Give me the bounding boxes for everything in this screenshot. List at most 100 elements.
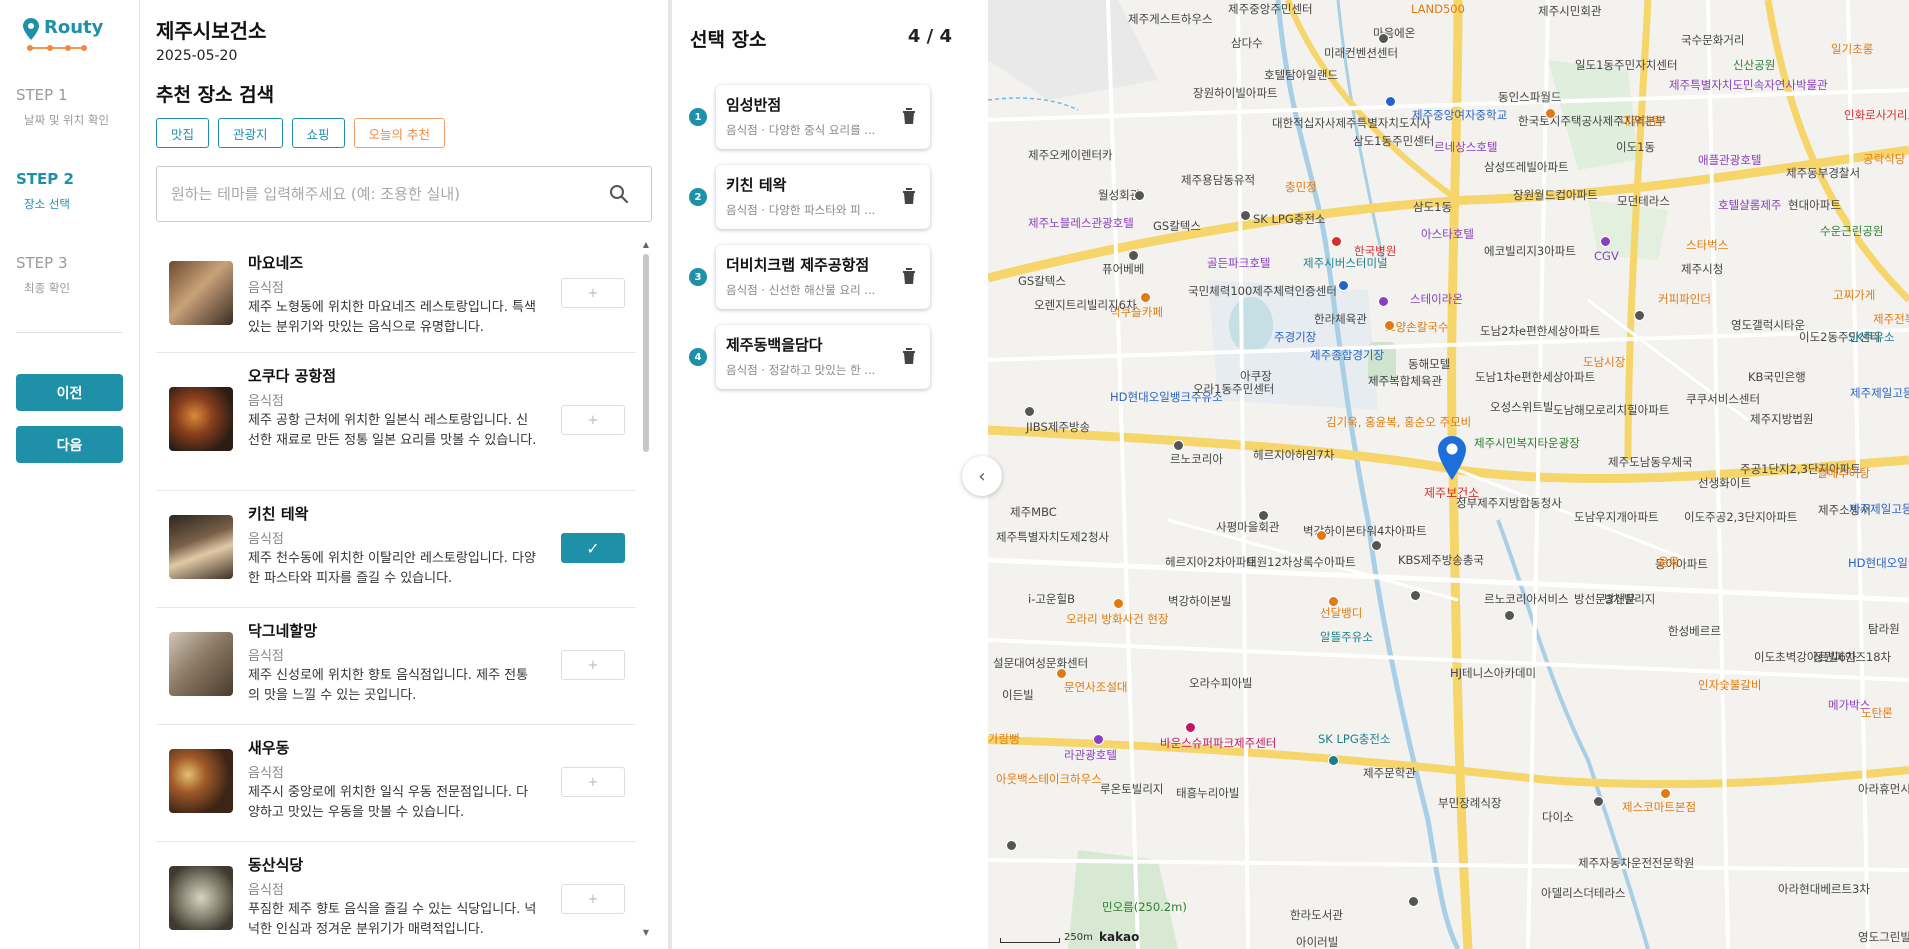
add-place-button[interactable]: + xyxy=(561,278,625,308)
poi-dot[interactable] xyxy=(1006,840,1017,851)
category-attraction-button[interactable]: 관광지 xyxy=(218,118,283,148)
map-label: 장원월드컵아파트 xyxy=(1513,188,1598,202)
map-label: 한라체육관 xyxy=(1314,312,1367,326)
poi-dot[interactable] xyxy=(1385,96,1396,107)
step-sidebar: Routy STEP 1 날짜 및 위치 확인 STEP 2 장소 선택 STE… xyxy=(0,0,140,949)
selected-place-card[interactable]: 임성반점 음식점 · 다양한 중식 요리를 ... xyxy=(716,85,930,149)
map-label: 제주시청 xyxy=(1681,262,1724,276)
map-label: 삼도1동 xyxy=(1413,200,1453,214)
selected-place-card[interactable]: 더비치크랩 제주공항점 음식점 · 신선한 해산물 요리 ... xyxy=(716,245,930,309)
poi-dot[interactable] xyxy=(1134,190,1145,201)
selected-place-card[interactable]: 제주동백을담다 음식점 · 정갈하고 맛있는 한 ... xyxy=(716,325,930,389)
search-icon[interactable] xyxy=(609,184,629,204)
map-label: 충민정 xyxy=(1285,180,1317,194)
place-list-item[interactable]: 키친 테왁 음식점 제주 천수동에 위치한 이탈리안 레스토랑입니다. 다양한 … xyxy=(156,491,636,608)
poi-dot[interactable] xyxy=(1338,280,1349,291)
poi-dot[interactable] xyxy=(1331,236,1342,247)
poi-dot[interactable] xyxy=(1128,250,1139,261)
map-label: 제주게스트하우스 xyxy=(1128,12,1213,26)
next-button[interactable]: 다음 xyxy=(16,426,123,463)
selected-place-desc: 음식점 · 신선한 해산물 요리 ... xyxy=(726,283,876,297)
selected-check-button[interactable]: ✓ xyxy=(561,533,625,563)
add-place-button[interactable]: + xyxy=(561,767,625,797)
trash-icon[interactable] xyxy=(902,107,916,124)
poi-dot[interactable] xyxy=(1240,210,1251,221)
place-name: 오쿠다 공항점 xyxy=(248,367,337,385)
place-list-item[interactable]: 새우동 음식점 제주시 중앙로에 위치한 일식 우동 전문점입니다. 다양하고 … xyxy=(156,725,636,842)
trash-icon[interactable] xyxy=(902,347,916,364)
poi-dot[interactable] xyxy=(1185,722,1196,733)
scrollbar-thumb[interactable] xyxy=(643,254,649,452)
poi-dot[interactable] xyxy=(1093,734,1104,745)
category-shopping-button[interactable]: 쇼핑 xyxy=(291,118,345,148)
map-label: 루온토빌리지 xyxy=(1100,782,1164,796)
selected-place-card[interactable]: 키친 테왁 음식점 · 다양한 파스타와 피 ... xyxy=(716,165,930,229)
poi-dot[interactable] xyxy=(1384,320,1395,331)
add-place-button[interactable]: + xyxy=(561,884,625,914)
routy-logo[interactable]: Routy xyxy=(20,16,103,51)
map-label: 르노코리아 xyxy=(1170,452,1223,466)
map-label: 제주복합체육관 xyxy=(1368,374,1443,388)
poi-dot[interactable] xyxy=(1634,310,1645,321)
todays-recommendation-button[interactable]: 오늘의 추천 xyxy=(353,118,446,148)
poi-dot[interactable] xyxy=(1113,598,1124,609)
collapse-panel-button[interactable]: ‹ xyxy=(962,456,1002,496)
list-scrollbar[interactable]: ▲ ▼ xyxy=(640,240,652,940)
step-subtitle: 날짜 및 위치 확인 xyxy=(24,113,110,127)
poi-dot[interactable] xyxy=(1378,296,1389,307)
map-label: 영도그린빌 xyxy=(1858,930,1909,944)
poi-dot[interactable] xyxy=(1328,596,1339,607)
prev-button[interactable]: 이전 xyxy=(16,374,123,411)
selected-place-name: 제주동백을담다 xyxy=(726,336,823,354)
poi-dot[interactable] xyxy=(1378,33,1389,44)
place-thumbnail xyxy=(169,866,233,930)
place-list: 마요네즈 음식점 제주 노형동에 위치한 마요네즈 레스토랑입니다. 특색있는 … xyxy=(156,240,644,940)
map-label: 제주오케이렌터카 xyxy=(1028,148,1113,162)
trash-icon[interactable] xyxy=(902,267,916,284)
poi-dot[interactable] xyxy=(1660,788,1671,799)
selected-place-name: 임성반점 xyxy=(726,96,782,114)
trash-icon[interactable] xyxy=(902,187,916,204)
poi-dot[interactable] xyxy=(1173,440,1184,451)
poi-dot[interactable] xyxy=(1316,530,1327,541)
search-input[interactable] xyxy=(171,182,591,206)
poi-dot[interactable] xyxy=(1408,896,1419,907)
scroll-down-icon[interactable]: ▼ xyxy=(642,928,650,937)
map-label: 제주중앙주민센터 xyxy=(1228,2,1313,16)
poi-dot[interactable] xyxy=(1328,755,1339,766)
poi-dot[interactable] xyxy=(1258,510,1269,521)
add-place-button[interactable]: + xyxy=(561,405,625,435)
poi-dot[interactable] xyxy=(1371,540,1382,551)
poi-dot[interactable] xyxy=(1545,108,1556,119)
map-label: 스테이라온 xyxy=(1410,292,1463,306)
place-list-item[interactable]: 마요네즈 음식점 제주 노형동에 위치한 마요네즈 레스토랑입니다. 특색있는 … xyxy=(156,240,636,353)
poi-dot[interactable] xyxy=(1410,590,1421,601)
place-list-item[interactable]: 닥그네할망 음식점 제주 신성로에 위치한 향토 음식점입니다. 제주 전통의 … xyxy=(156,608,636,725)
map-label: 민오름(250.2m) xyxy=(1102,900,1187,914)
map-label: 일도1동주민자치센터 xyxy=(1575,58,1678,72)
place-name: 새우동 xyxy=(248,739,290,757)
map-label: 제스코마트본점 xyxy=(1622,800,1697,814)
step-3[interactable]: STEP 3 최종 확인 xyxy=(16,254,70,296)
poi-dot[interactable] xyxy=(1140,292,1151,303)
step-2[interactable]: STEP 2 장소 선택 xyxy=(16,170,74,212)
map-marker-icon[interactable] xyxy=(1438,436,1466,480)
add-place-button[interactable]: + xyxy=(561,650,625,680)
place-list-item[interactable]: 동산식당 음식점 푸짐한 제주 향토 음식을 즐길 수 있는 식당입니다. 넉넉… xyxy=(156,842,636,940)
map-label: 동인스파월드 xyxy=(1498,90,1562,104)
place-search-panel: 제주시보건소 2025-05-20 추천 장소 검색 맛집 관광지 쇼핑 오늘의… xyxy=(140,0,668,949)
scroll-up-icon[interactable]: ▲ xyxy=(642,240,650,249)
route-line-icon xyxy=(27,45,87,51)
map-label: 애플관광호텔 xyxy=(1698,153,1762,167)
poi-dot[interactable] xyxy=(1056,668,1067,679)
map-label: 이든빌 xyxy=(1002,688,1034,702)
poi-dot[interactable] xyxy=(1024,406,1035,417)
poi-dot[interactable] xyxy=(1593,796,1604,807)
map-label: 주경기장 xyxy=(1274,330,1317,344)
poi-dot[interactable] xyxy=(1504,610,1515,621)
category-restaurant-button[interactable]: 맛집 xyxy=(156,118,210,148)
poi-dot[interactable] xyxy=(1600,236,1611,247)
place-list-item[interactable]: 오쿠다 공항점 음식점 제주 공항 근처에 위치한 일본식 레스토랑입니다. 신… xyxy=(156,353,636,491)
map-label: 대원12차상록수아파트 xyxy=(1246,555,1356,569)
step-1[interactable]: STEP 1 날짜 및 위치 확인 xyxy=(16,86,109,128)
